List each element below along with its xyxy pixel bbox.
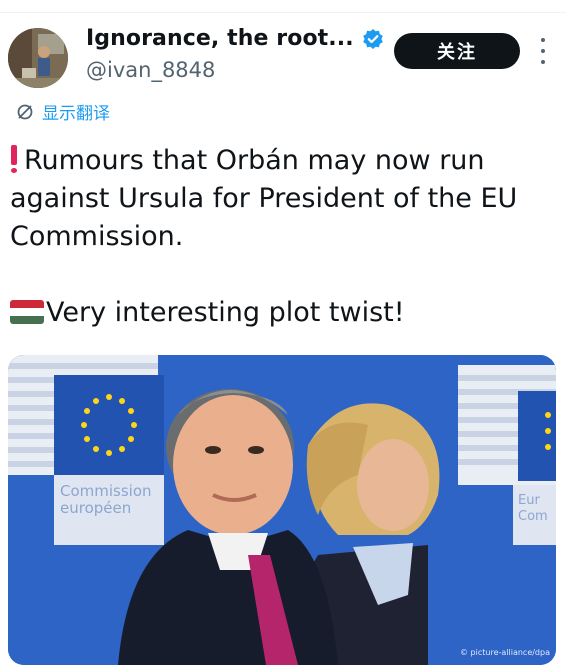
sign-commission-line2: européen [60, 499, 132, 517]
sign-commission-line1: Commission [60, 482, 152, 500]
sign-right: Eur Com [518, 493, 548, 525]
top-divider [0, 0, 566, 13]
profile-photo-icon [8, 28, 68, 88]
photo-credit: © picture-alliance/dpa [460, 648, 550, 657]
more-options-icon[interactable] [536, 38, 550, 64]
sign-right-line1: Eur [518, 493, 540, 508]
dot-icon [541, 49, 545, 53]
tweet-line-2: Very interesting plot twist! [46, 297, 405, 328]
hungary-flag-icon [10, 300, 44, 324]
sign-right-line2: Com [518, 509, 548, 524]
dot-icon [541, 38, 545, 42]
author-display-name[interactable]: Ignorance, the root... [86, 26, 354, 51]
avatar[interactable] [8, 28, 68, 88]
show-translation-label[interactable]: 显示翻译 [42, 99, 110, 124]
verified-badge-icon [362, 28, 383, 49]
tweet-paragraph-2: Very interesting plot twist! [10, 294, 550, 332]
red-exclamation-icon [10, 145, 18, 173]
tweet-text: Rumours that Orbán may now run against U… [10, 142, 550, 332]
dot-icon [541, 60, 545, 64]
author-handle[interactable]: @ivan_8848 [86, 58, 215, 82]
tweet-paragraph-1: Rumours that Orbán may now run against U… [10, 142, 550, 256]
tweet-media-photo[interactable]: Commission européen Eur Com © picture-al… [8, 355, 556, 665]
translate-icon [17, 104, 33, 119]
sign-commission: Commission européen [60, 483, 152, 517]
author-name-row[interactable]: Ignorance, the root... [86, 26, 384, 51]
show-translation-link[interactable]: 显示翻译 [16, 99, 110, 124]
follow-button[interactable]: 关注 [394, 33, 520, 69]
tweet-line-1: Rumours that Orbán may now run against U… [10, 145, 518, 252]
